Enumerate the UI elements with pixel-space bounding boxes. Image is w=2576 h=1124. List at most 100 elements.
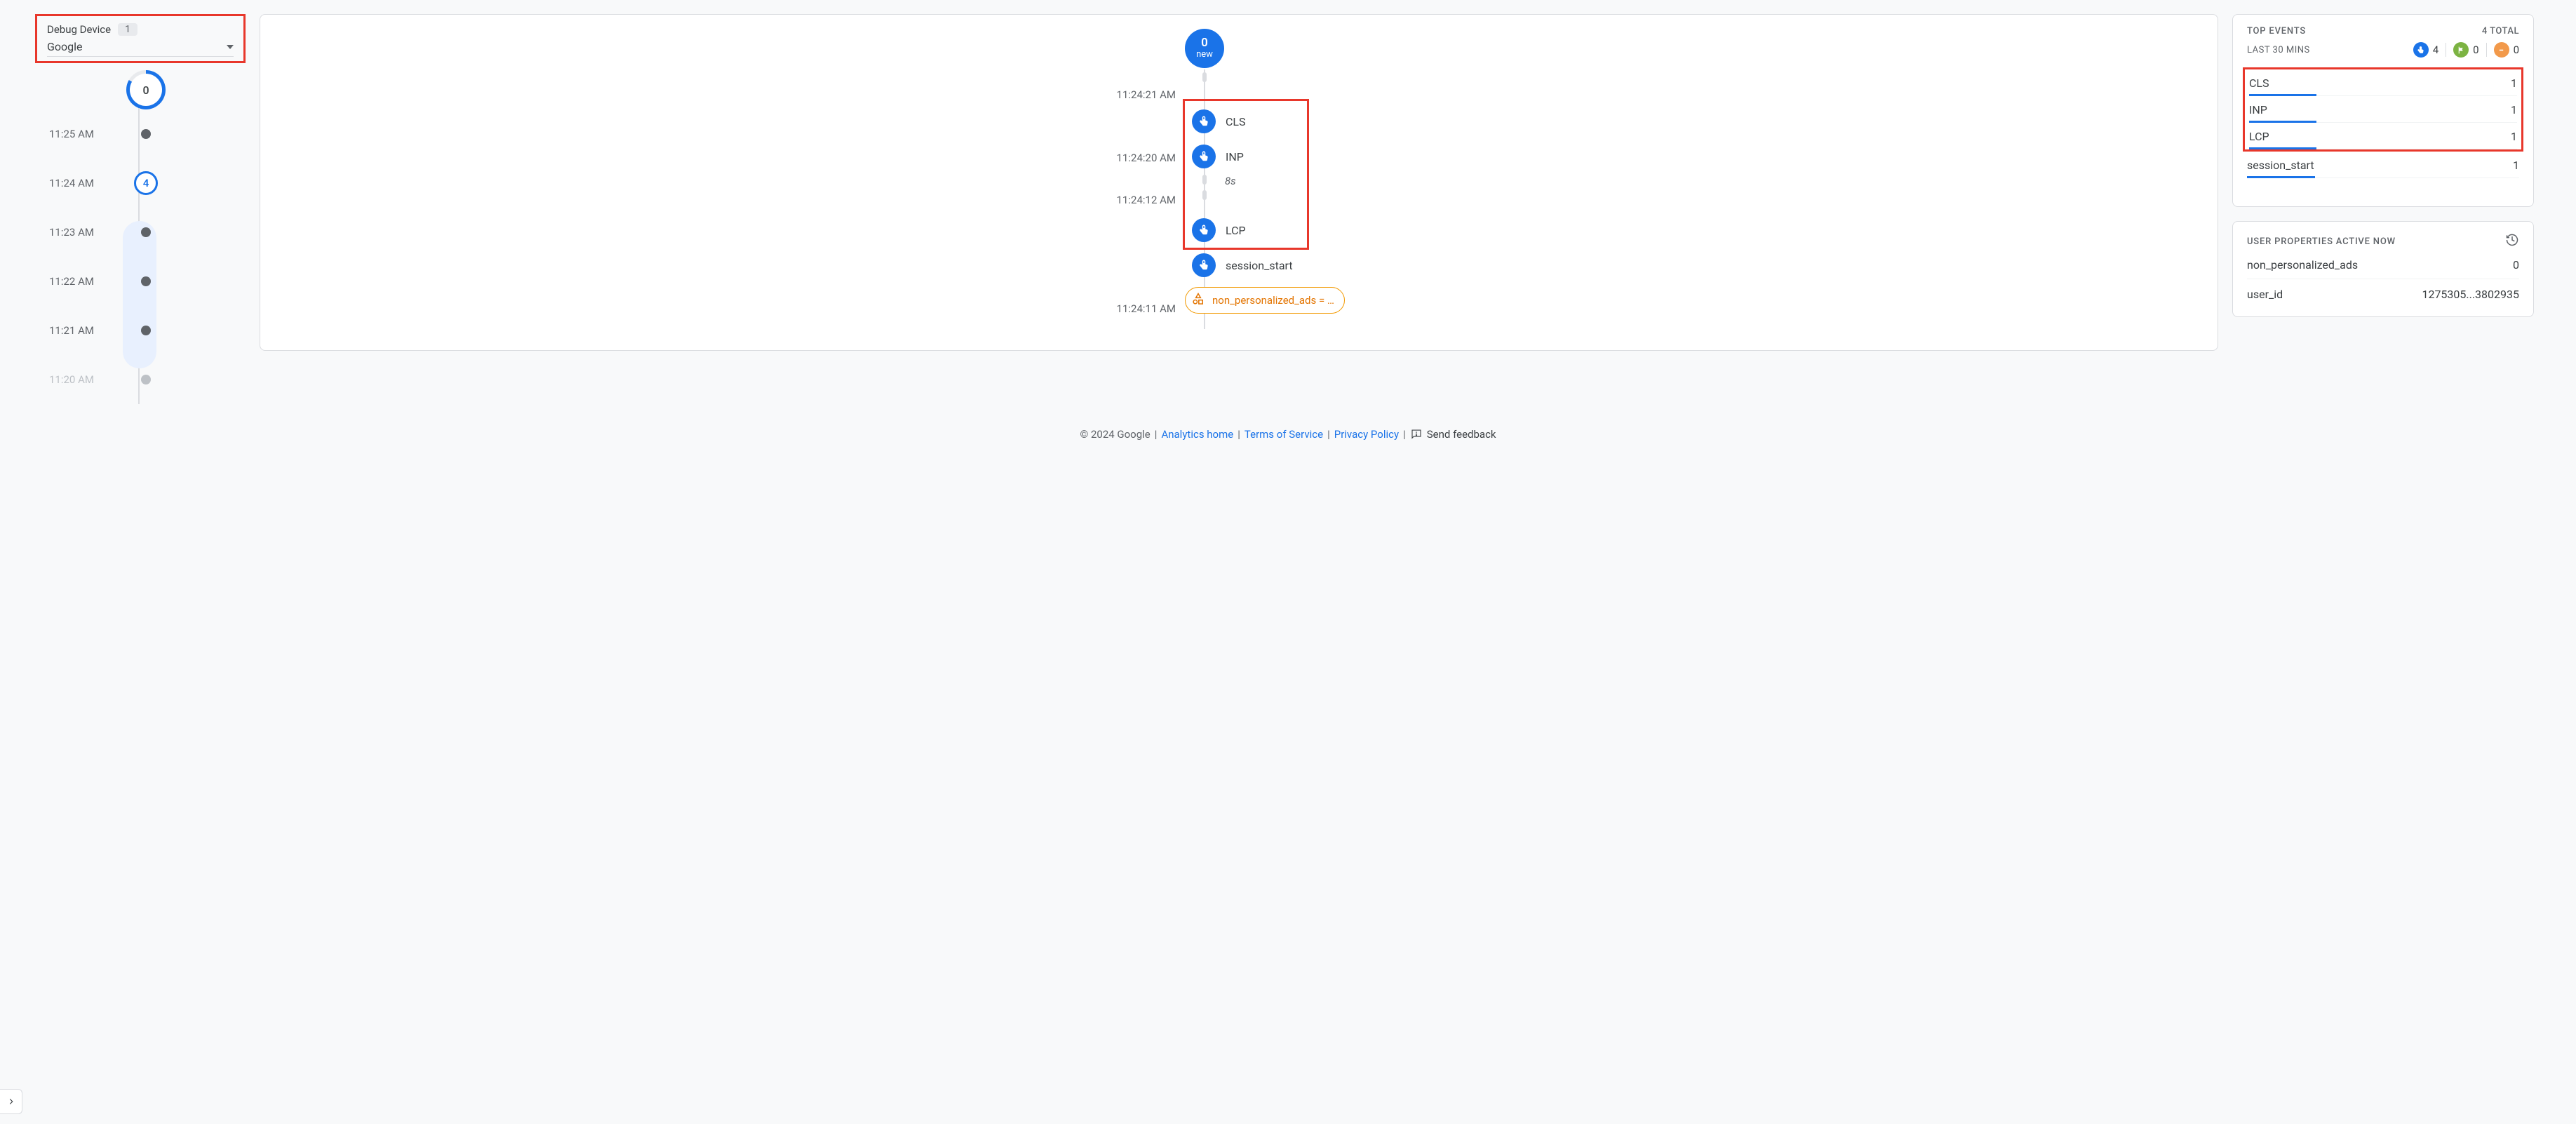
minute-time: 11:25 AM <box>49 128 104 140</box>
flag-icon <box>2453 42 2469 58</box>
card-subtitle: LAST 30 MINS <box>2247 45 2310 55</box>
event-name: INP <box>2249 103 2267 116</box>
event-row[interactable]: INP <box>1192 145 1244 168</box>
debug-device-label: Debug Device <box>47 23 111 36</box>
stream-time: 11:24:12 AM <box>1099 194 1176 206</box>
minute-timeline: 0 11:25 AM 11:24 AM 4 11:23 AM 11:22 AM <box>35 70 246 404</box>
minute-row[interactable]: 11:25 AM <box>42 109 246 159</box>
feedback-label: Send feedback <box>1427 428 1496 441</box>
new-label: new <box>1196 49 1213 60</box>
event-value: 1 <box>2511 76 2517 90</box>
property-row[interactable]: user_id 1275305...3802935 <box>2247 279 2519 308</box>
event-row[interactable]: session_start <box>1192 253 1293 277</box>
event-type-counts: 4 0 0 <box>2413 42 2519 58</box>
minute-time: 11:20 AM <box>49 373 104 386</box>
minute-node[interactable] <box>141 227 151 237</box>
event-value: 1 <box>2511 103 2517 116</box>
chevron-down-icon <box>227 45 234 49</box>
minute-row[interactable]: 11:23 AM <box>42 208 246 257</box>
device-selected-value: Google <box>47 40 83 53</box>
minute-node[interactable] <box>141 326 151 335</box>
minute-row[interactable]: 11:22 AM <box>42 257 246 306</box>
touch-icon <box>1192 109 1216 133</box>
minute-time: 11:22 AM <box>49 275 104 288</box>
analytics-home-link[interactable]: Analytics home <box>1161 428 1233 441</box>
event-name: LCP <box>2249 130 2269 143</box>
minute-count: 4 <box>143 177 149 189</box>
terms-link[interactable]: Terms of Service <box>1245 428 1323 441</box>
property-name: non_personalized_ads <box>2247 258 2358 272</box>
minute-node[interactable] <box>141 276 151 286</box>
touch-icon <box>1192 253 1216 277</box>
chevron-right-icon <box>6 1097 16 1106</box>
property-value: 0 <box>2513 258 2519 272</box>
minute-node-selected[interactable]: 4 <box>134 171 158 195</box>
debug-device-count: 1 <box>118 23 137 36</box>
minute-row-selected[interactable]: 11:24 AM 4 <box>42 159 246 208</box>
stream-knob <box>1202 190 1207 200</box>
event-value: 1 <box>2511 130 2517 143</box>
stream-time: 11:24:21 AM <box>1099 88 1176 101</box>
new-events-bubble[interactable]: 0 new <box>1185 29 1224 68</box>
card-title: USER PROPERTIES ACTIVE NOW <box>2247 236 2396 247</box>
pill-text: non_personalized_ads = … <box>1212 294 1334 307</box>
event-name: CLS <box>1226 115 1246 128</box>
event-name: session_start <box>2247 159 2314 172</box>
minute-node[interactable] <box>141 375 151 384</box>
count-value: 4 <box>2433 44 2439 56</box>
expand-drawer-button[interactable] <box>0 1089 22 1114</box>
card-total: 4 TOTAL <box>2482 26 2519 36</box>
minute-row[interactable]: 11:20 AM <box>42 355 246 404</box>
property-row[interactable]: non_personalized_ads 0 <box>2247 250 2519 279</box>
history-icon[interactable] <box>2505 233 2519 250</box>
feedback-icon <box>1410 428 1423 441</box>
event-bar <box>2249 147 2316 149</box>
stream-time: 11:24:20 AM <box>1099 152 1176 164</box>
stream-time: 11:24:11 AM <box>1099 302 1176 315</box>
copyright: © 2024 Google <box>1080 428 1150 441</box>
event-row[interactable]: CLS <box>1192 109 1246 133</box>
count-value: 0 <box>2473 44 2478 56</box>
time-gap: 8s <box>1225 175 1236 187</box>
stream-knob <box>1202 72 1207 82</box>
event-name: INP <box>1226 150 1244 163</box>
event-list-row[interactable]: LCP 1 <box>2249 123 2517 149</box>
debug-device-selector: Debug Device 1 Google <box>35 14 246 63</box>
event-stream-panel: 0 new 11:24:21 AM CLS INP 11:24:20 AM <box>260 14 2218 351</box>
shapes-icon <box>1191 292 1205 309</box>
event-list-row[interactable]: session_start 1 <box>2247 152 2519 178</box>
event-value: 1 <box>2513 159 2519 172</box>
minute-row[interactable]: 11:21 AM <box>42 306 246 355</box>
event-name: LCP <box>1226 224 1246 237</box>
device-select[interactable]: Google <box>47 36 234 57</box>
property-value: 1275305...3802935 <box>2422 288 2519 301</box>
summary-circle-value: 0 <box>142 83 149 97</box>
top-events-card: TOP EVENTS 4 TOTAL LAST 30 MINS 4 0 0 <box>2232 14 2534 207</box>
touch-icon <box>2413 42 2429 58</box>
user-property-pill[interactable]: non_personalized_ads = … <box>1185 287 1345 314</box>
event-list-row[interactable]: CLS 1 <box>2249 69 2517 96</box>
minute-time: 11:21 AM <box>49 324 104 337</box>
send-feedback-button[interactable]: Send feedback <box>1410 428 1496 441</box>
summary-circle[interactable]: 0 <box>126 70 166 109</box>
event-bar <box>2247 176 2315 178</box>
separator <box>2486 43 2487 57</box>
minute-time: 11:23 AM <box>49 226 104 239</box>
event-list-row[interactable]: INP 1 <box>2249 96 2517 123</box>
card-title: TOP EVENTS <box>2247 26 2306 36</box>
event-name: session_start <box>1226 259 1293 272</box>
count-value: 0 <box>2514 44 2519 56</box>
event-name: CLS <box>2249 76 2269 90</box>
minute-time: 11:24 AM <box>49 177 104 189</box>
error-icon <box>2494 42 2509 58</box>
minute-node[interactable] <box>141 129 151 139</box>
new-count: 0 <box>1201 37 1208 49</box>
property-name: user_id <box>2247 288 2283 301</box>
event-row[interactable]: LCP <box>1192 218 1246 242</box>
touch-icon <box>1192 145 1216 168</box>
page-footer: © 2024 Google | Analytics home | Terms o… <box>0 418 2576 457</box>
touch-icon <box>1192 218 1216 242</box>
user-properties-card: USER PROPERTIES ACTIVE NOW non_personali… <box>2232 221 2534 317</box>
privacy-link[interactable]: Privacy Policy <box>1334 428 1399 441</box>
stream-knob <box>1202 175 1207 185</box>
